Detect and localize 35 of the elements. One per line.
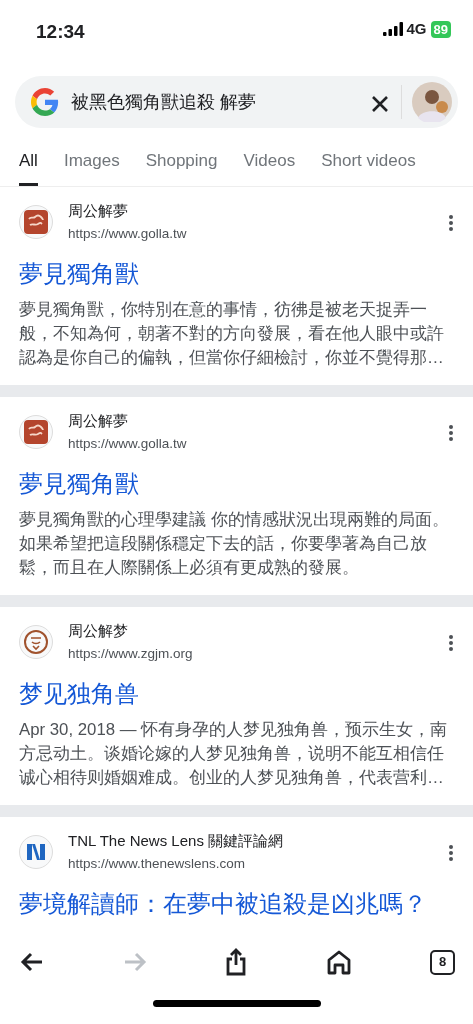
site-url: https://www.thenewslens.com bbox=[68, 854, 247, 873]
site-name: TNL The News Lens 關鍵評論網 bbox=[68, 830, 284, 851]
back-arrow-icon[interactable] bbox=[20, 952, 44, 972]
result-title-link[interactable]: 夢見獨角獸 bbox=[19, 257, 454, 290]
clock-time: 12:34 bbox=[36, 20, 85, 44]
site-name: 周公解夢 bbox=[68, 200, 129, 221]
site-favicon-icon bbox=[19, 625, 53, 659]
tab-count-button[interactable]: 8 bbox=[430, 949, 455, 975]
site-name: 周公解梦 bbox=[68, 620, 129, 641]
share-icon[interactable] bbox=[225, 948, 247, 976]
site-url: https://www.golla.tw bbox=[68, 224, 187, 243]
site-favicon-icon bbox=[19, 205, 53, 239]
site-url: https://www.zgjm.org bbox=[68, 644, 193, 663]
result-title-link[interactable]: 夢境解讀師：在夢中被追殺是凶兆嗎？ bbox=[19, 887, 454, 920]
result-snippet: Apr 30, 2018 — 怀有身孕的人梦见独角兽，预示生女，南方忌动土。谈婚论嫁的人梦见独角兽，说明不能互相信任诚心相待则婚姻难成。创业的人梦见独角兽，代表营利… bbox=[19, 718, 449, 789]
search-field[interactable]: 被黑色獨角獸追殺 解夢 bbox=[15, 76, 458, 128]
search-query: 被黑色獨角獸追殺 解夢 bbox=[71, 90, 257, 114]
tab[interactable]: Short videos bbox=[321, 142, 416, 186]
tab[interactable]: Videos bbox=[243, 142, 296, 186]
site-name: 周公解夢 bbox=[68, 410, 129, 431]
result-snippet: 夢見獨角獸的心理學建議 你的情感狀況出現兩難的局面。如果希望把這段關係穩定下去的話，你要學著為自己放鬆，而且在人際關係上必須有更成熟的發展。 bbox=[19, 508, 450, 579]
result-title-link[interactable]: 夢見獨角獸 bbox=[19, 467, 454, 500]
result-snippet: 夢見獨角獸，你特別在意的事情，彷彿是被老天捉弄一般，不知為何，朝著不對的方向發展，看在他人眼中或許認為是你自己的偏執，但當你仔細檢討，你並不覺得那… bbox=[19, 298, 445, 369]
google-logo-icon bbox=[31, 88, 59, 116]
battery-level: 89 bbox=[430, 20, 451, 38]
home-icon[interactable] bbox=[325, 949, 352, 975]
site-url: https://www.golla.tw bbox=[68, 434, 187, 453]
result-title-link[interactable]: 梦见独角兽 bbox=[19, 677, 454, 710]
site-favicon-icon bbox=[19, 415, 53, 449]
avatar-icon[interactable] bbox=[412, 82, 452, 122]
signal-icon bbox=[382, 22, 403, 37]
network-type: 4G bbox=[406, 19, 427, 39]
site-favicon-icon bbox=[19, 835, 53, 869]
tab[interactable]: Images bbox=[63, 142, 120, 186]
tab[interactable]: Shopping bbox=[145, 142, 218, 186]
